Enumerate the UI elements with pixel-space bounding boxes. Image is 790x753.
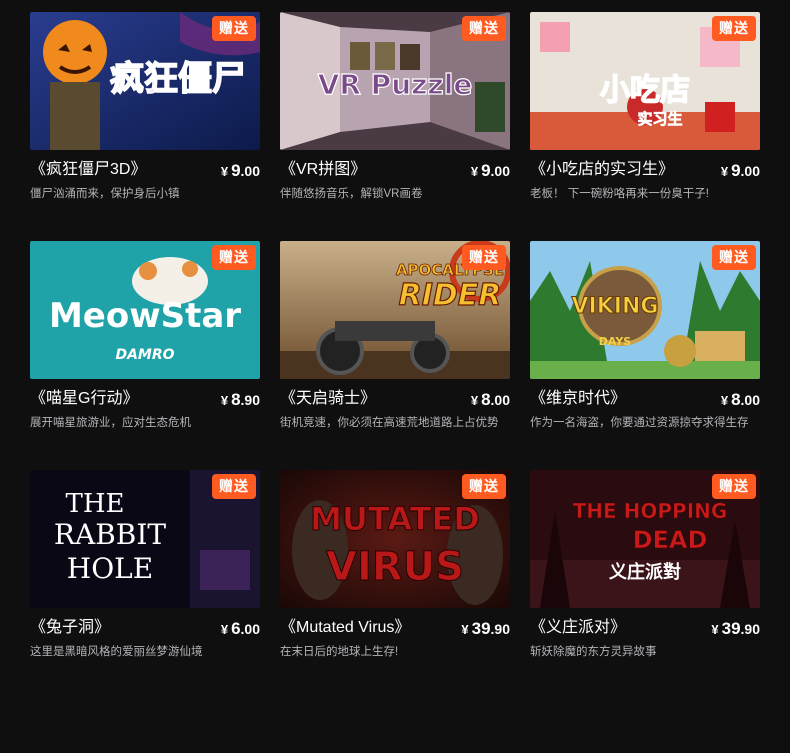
art-subtitle: VIRUS bbox=[326, 544, 464, 590]
game-price: ¥6.00 bbox=[221, 619, 260, 639]
game-thumbnail[interactable]: MUTATED VIRUS 赠送 bbox=[280, 470, 510, 608]
game-price: ¥9.00 bbox=[221, 161, 260, 181]
game-thumbnail[interactable]: 小吃店 实习生 赠送 bbox=[530, 12, 760, 150]
art-title: VIKING bbox=[572, 294, 659, 319]
gift-badge: 赠送 bbox=[712, 16, 756, 41]
game-description: 这里是黑暗风格的爱丽丝梦游仙境 bbox=[30, 646, 203, 658]
price-integer: 8 bbox=[231, 390, 241, 409]
art-subtitle-2: 义庄派對 bbox=[609, 561, 681, 583]
gift-badge: 赠送 bbox=[212, 16, 256, 41]
currency-symbol: ¥ bbox=[461, 622, 469, 637]
art-subtitle: RABBIT bbox=[54, 518, 167, 551]
art-subtitle: DEAD bbox=[633, 526, 708, 554]
art-subtitle: 实习生 bbox=[637, 110, 682, 128]
art-title: MUTATED bbox=[310, 500, 480, 538]
gift-badge: 赠送 bbox=[462, 245, 506, 270]
art-subtitle: DAMRO bbox=[115, 347, 174, 363]
game-grid: 疯狂僵尸 赠送 《疯狂僵尸3D》 ¥9.00 僵尸汹涌而来，保护身后小镇 VR … bbox=[30, 12, 760, 699]
gift-badge: 赠送 bbox=[212, 245, 256, 270]
currency-symbol: ¥ bbox=[711, 622, 719, 637]
gift-badge: 赠送 bbox=[712, 474, 756, 499]
game-thumbnail[interactable]: VIKING DAYS 赠送 bbox=[530, 241, 760, 379]
art-title: THE bbox=[66, 489, 125, 519]
game-card[interactable]: MUTATED VIRUS 赠送 《Mutated Virus》 ¥39.90 … bbox=[280, 470, 510, 699]
price-integer: 39 bbox=[721, 619, 741, 638]
gift-badge: 赠送 bbox=[462, 16, 506, 41]
price-decimal: .00 bbox=[240, 621, 260, 637]
art-subtitle: DAYS bbox=[599, 335, 632, 348]
price-integer: 9 bbox=[731, 161, 741, 180]
game-price: ¥9.00 bbox=[721, 161, 760, 181]
game-description: 作为一名海盗，你要通过资源掠夺求得生存 bbox=[530, 417, 749, 429]
game-description: 老板！ 下一碗粉咯再来一份臭干子! bbox=[530, 188, 709, 200]
game-price: ¥39.90 bbox=[711, 619, 760, 639]
gift-badge: 赠送 bbox=[212, 474, 256, 499]
price-decimal: .90 bbox=[740, 621, 760, 637]
game-title: 《Mutated Virus》 bbox=[280, 619, 411, 636]
price-decimal: .00 bbox=[740, 392, 760, 408]
game-description: 斩妖除魔的东方灵异故事 bbox=[530, 646, 657, 658]
game-price: ¥8.90 bbox=[221, 390, 260, 410]
game-thumbnail[interactable]: THE HOPPING DEAD 义庄派對 赠送 bbox=[530, 470, 760, 608]
price-integer: 8 bbox=[731, 390, 741, 409]
price-integer: 8 bbox=[481, 390, 491, 409]
price-decimal: .90 bbox=[240, 392, 260, 408]
game-description: 伴随悠扬音乐，解锁VR画卷 bbox=[280, 188, 423, 200]
game-title: 《小吃店的实习生》 bbox=[530, 161, 675, 178]
game-price: ¥8.00 bbox=[471, 390, 510, 410]
price-decimal: .00 bbox=[490, 163, 510, 179]
price-integer: 9 bbox=[481, 161, 491, 180]
game-title: 《维京时代》 bbox=[530, 390, 627, 407]
game-description: 在末日后的地球上生存! bbox=[280, 646, 399, 658]
art-title: THE HOPPING bbox=[573, 499, 728, 523]
game-thumbnail[interactable]: VR Puzzle 赠送 bbox=[280, 12, 510, 150]
art-subtitle-2: HOLE bbox=[67, 552, 153, 585]
game-thumbnail[interactable]: APOCALYPSE RIDER 赠送 bbox=[280, 241, 510, 379]
game-card[interactable]: VIKING DAYS 赠送 《维京时代》 ¥8.00 作为一名海盗，你要通过资… bbox=[530, 241, 760, 470]
game-card[interactable]: MeowStar DAMRO 赠送 《喵星G行动》 ¥8.90 展开喵星旅游业，… bbox=[30, 241, 260, 470]
currency-symbol: ¥ bbox=[720, 393, 729, 408]
game-title: 《天启骑士》 bbox=[280, 390, 377, 407]
game-thumbnail[interactable]: THE RABBIT HOLE 赠送 bbox=[30, 470, 260, 608]
game-description: 展开喵星旅游业，应对生态危机 bbox=[30, 417, 191, 429]
game-title: 《喵星G行动》 bbox=[30, 390, 139, 407]
game-card[interactable]: THE HOPPING DEAD 义庄派對 赠送 《义庄派对》 ¥39.90 斩… bbox=[530, 470, 760, 699]
art-title: MeowStar bbox=[49, 296, 241, 336]
game-price: ¥8.00 bbox=[721, 390, 760, 410]
game-thumbnail[interactable]: MeowStar DAMRO 赠送 bbox=[30, 241, 260, 379]
game-price: ¥39.90 bbox=[461, 619, 510, 639]
game-title: 《疯狂僵尸3D》 bbox=[30, 161, 147, 178]
game-card[interactable]: APOCALYPSE RIDER 赠送 《天启骑士》 ¥8.00 街机竞速，你必… bbox=[280, 241, 510, 470]
price-decimal: .00 bbox=[740, 163, 760, 179]
price-decimal: .00 bbox=[490, 392, 510, 408]
price-integer: 6 bbox=[231, 619, 241, 638]
game-price: ¥9.00 bbox=[471, 161, 510, 181]
game-card[interactable]: 小吃店 实习生 赠送 《小吃店的实习生》 ¥9.00 老板！ 下一碗粉咯再来一份… bbox=[530, 12, 760, 241]
price-integer: 9 bbox=[231, 161, 241, 180]
currency-symbol: ¥ bbox=[220, 164, 229, 179]
price-decimal: .00 bbox=[240, 163, 260, 179]
game-description: 僵尸汹涌而来，保护身后小镇 bbox=[30, 188, 180, 200]
currency-symbol: ¥ bbox=[470, 164, 479, 179]
art-title: 疯狂僵尸 bbox=[110, 59, 246, 99]
game-card[interactable]: THE RABBIT HOLE 赠送 《兔子洞》 ¥6.00 这里是黑暗风格的爱… bbox=[30, 470, 260, 699]
game-description: 街机竞速，你必须在高速荒地道路上占优势 bbox=[280, 417, 499, 429]
currency-symbol: ¥ bbox=[470, 393, 479, 408]
currency-symbol: ¥ bbox=[720, 164, 729, 179]
game-title: 《兔子洞》 bbox=[30, 619, 111, 636]
gift-badge: 赠送 bbox=[712, 245, 756, 270]
currency-symbol: ¥ bbox=[220, 622, 229, 637]
game-card[interactable]: VR Puzzle 赠送 《VR拼图》 ¥9.00 伴随悠扬音乐，解锁VR画卷 bbox=[280, 12, 510, 241]
game-thumbnail[interactable]: 疯狂僵尸 赠送 bbox=[30, 12, 260, 150]
art-subtitle: RIDER bbox=[399, 278, 502, 313]
price-integer: 39 bbox=[471, 619, 491, 638]
price-decimal: .90 bbox=[490, 621, 510, 637]
art-title: VR Puzzle bbox=[318, 68, 473, 101]
art-title: 小吃店 bbox=[600, 73, 690, 108]
currency-symbol: ¥ bbox=[220, 393, 229, 408]
game-title: 《VR拼图》 bbox=[280, 161, 367, 178]
game-title: 《义庄派对》 bbox=[530, 619, 627, 636]
game-card[interactable]: 疯狂僵尸 赠送 《疯狂僵尸3D》 ¥9.00 僵尸汹涌而来，保护身后小镇 bbox=[30, 12, 260, 241]
gift-badge: 赠送 bbox=[462, 474, 506, 499]
